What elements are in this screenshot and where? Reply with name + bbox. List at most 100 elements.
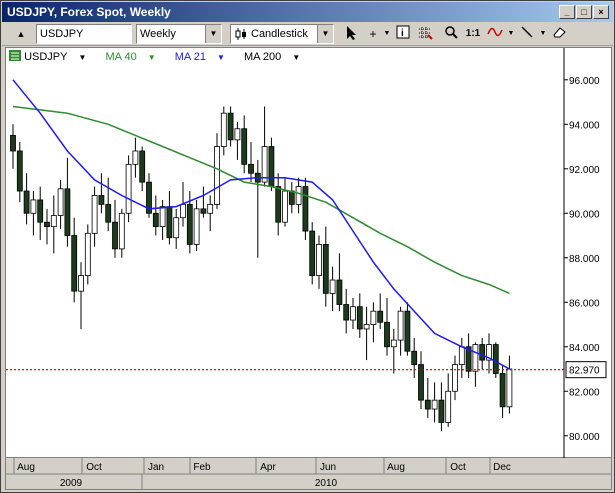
candlestick-icon — [235, 28, 246, 40]
candle-up — [452, 364, 458, 392]
candle-down — [16, 150, 23, 192]
candle-up — [91, 195, 98, 234]
legend-ma21[interactable]: MA 21 ▼ — [175, 51, 233, 63]
candle-down — [424, 399, 431, 410]
y-tick-label: 82.000 — [569, 387, 600, 398]
candle-up — [118, 212, 125, 250]
period-value: Weekly — [140, 28, 176, 40]
candle-down — [10, 135, 16, 152]
candle-up — [180, 203, 186, 219]
candle-up — [363, 324, 370, 330]
candle-down — [64, 188, 71, 236]
x-tick-label: Feb — [193, 462, 211, 473]
candle-up — [458, 346, 465, 365]
candle-up — [50, 215, 57, 228]
candle-down — [336, 279, 343, 305]
candle-up — [431, 399, 438, 410]
legend-symbol[interactable]: USDJPY ▼ — [9, 50, 98, 63]
period-select[interactable]: Weekly ▼ — [136, 24, 222, 44]
legend-symbol-label: USDJPY — [24, 51, 68, 63]
candle-up — [207, 203, 214, 214]
chart-type-select[interactable]: Candlestick ▼ — [230, 24, 334, 44]
candle-up — [472, 344, 479, 372]
candle-up — [220, 112, 227, 147]
candle-up — [132, 150, 139, 165]
svg-text:i: i — [401, 28, 404, 39]
y-tick-label: 90.000 — [569, 209, 600, 220]
candle-down — [227, 112, 234, 141]
scroll-up-icon[interactable]: ▲ — [12, 25, 30, 43]
candle-up — [84, 232, 91, 276]
maximize-icon[interactable]: □ — [576, 5, 592, 19]
year-label: 2010 — [315, 478, 338, 489]
toolbar: ▲ USDJPY Weekly ▼ Candlestick ▼ + ▼ i 1:… — [2, 22, 613, 46]
chevron-down-icon: ▼ — [205, 25, 221, 43]
symbol-field[interactable]: USDJPY — [36, 24, 132, 44]
zoom-reset-button[interactable]: 1:1 — [464, 25, 482, 43]
candle-down — [377, 310, 384, 323]
candle-down — [302, 186, 309, 232]
candle-down — [384, 321, 390, 348]
candle-down — [166, 206, 173, 239]
legend: USDJPY ▼ MA 40 ▼ MA 21 ▼ MA 200 ▼ — [9, 49, 316, 65]
candle-down — [139, 150, 146, 183]
legend-ma40[interactable]: MA 40 ▼ — [106, 51, 164, 63]
candle-down — [356, 306, 363, 330]
candle-up — [316, 244, 322, 276]
year-label: 2009 — [60, 478, 83, 489]
candle-down — [479, 344, 486, 361]
symbol-value: USDJPY — [40, 28, 84, 40]
x-tick-label: Aug — [387, 462, 405, 473]
chart-area[interactable]: 96.000 94.000 92.000 90.000 88.000 86.000 84.0… — [5, 47, 612, 490]
legend-ma40-label: MA 40 — [105, 51, 137, 63]
candle-down — [248, 163, 254, 174]
candle-up — [57, 188, 64, 216]
close-icon[interactable]: × — [593, 5, 609, 19]
candle-up — [214, 146, 220, 205]
candle-up — [370, 310, 377, 325]
candle-up — [261, 146, 268, 183]
x-tick-label: Jan — [148, 462, 164, 473]
last-price-label: 82.970 — [569, 366, 600, 377]
title-bar: USDJPY, Forex Spot, Weekly _ □ × — [2, 2, 613, 22]
candle-down — [44, 221, 50, 228]
info-icon[interactable]: i — [394, 25, 412, 43]
symbol-icon — [9, 50, 21, 61]
candle-up — [506, 368, 513, 408]
candle-down — [200, 208, 207, 214]
candle-down — [241, 128, 248, 165]
candle-down — [37, 199, 44, 223]
eraser-icon[interactable] — [550, 25, 568, 43]
candle-up — [193, 208, 200, 245]
ma21-line — [12, 79, 510, 370]
candle-up — [78, 275, 84, 292]
x-tick-label: Aug — [17, 462, 35, 473]
candle-down — [404, 310, 411, 352]
candle-down — [411, 350, 418, 365]
minimize-icon[interactable]: _ — [559, 5, 575, 19]
legend-ma200[interactable]: MA 200 ▼ — [244, 51, 308, 63]
y-tick-label: 92.000 — [569, 165, 600, 176]
candle-down — [152, 212, 159, 228]
cursor-arrow-icon[interactable] — [342, 25, 360, 43]
candle-up — [173, 217, 180, 239]
candle-down — [23, 190, 30, 214]
candle-up — [329, 279, 336, 294]
candle-down — [322, 244, 329, 294]
grid-icon[interactable] — [416, 25, 434, 43]
candle-up — [282, 190, 288, 223]
candle-down — [105, 203, 112, 223]
candle-up — [125, 163, 132, 214]
candle-up — [234, 128, 241, 141]
candle-down — [112, 221, 118, 250]
window-title: USDJPY, Forex Spot, Weekly — [7, 5, 171, 19]
price-chart[interactable]: 96.000 94.000 92.000 90.000 88.000 86.000 84.0… — [6, 48, 611, 489]
candle-down — [268, 146, 275, 187]
chart-type-value: Candlestick — [251, 28, 308, 40]
y-tick-label: 88.000 — [569, 254, 600, 265]
zoom-icon[interactable] — [442, 25, 460, 43]
x-tick-label: Dec — [493, 462, 511, 473]
x-tick-label: Apr — [260, 462, 276, 473]
candle-up — [295, 186, 302, 205]
y-tick-label: 84.000 — [569, 343, 600, 354]
